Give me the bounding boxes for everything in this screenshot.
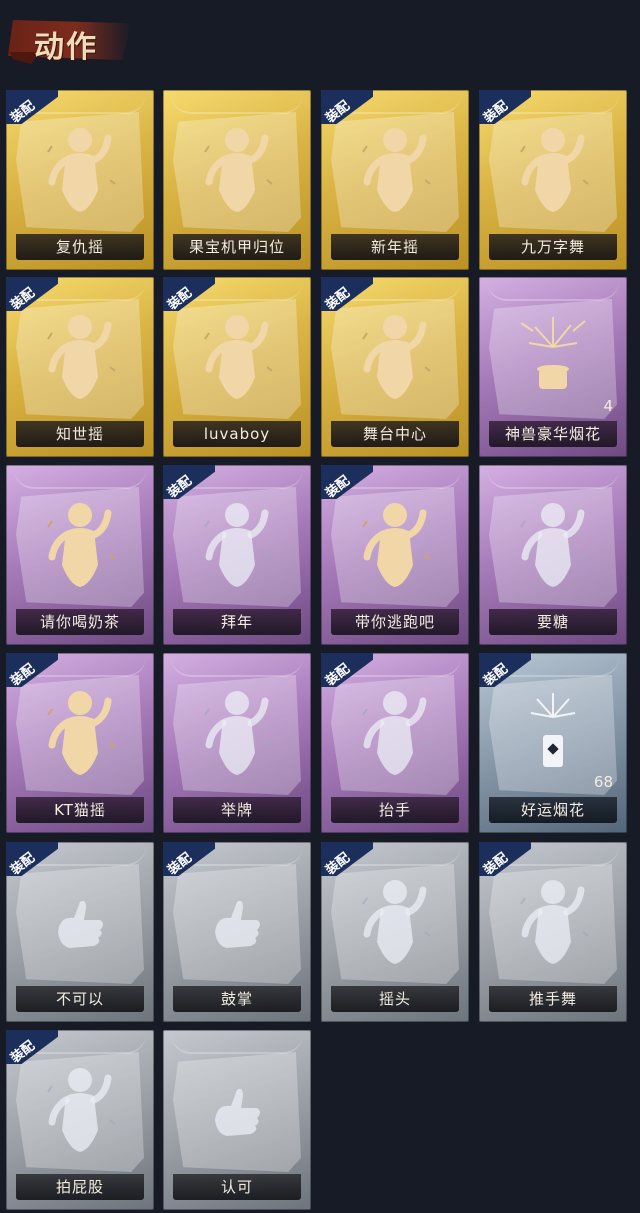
equipped-badge: 装配 bbox=[321, 90, 373, 126]
action-name-label: 知世摇 bbox=[16, 421, 144, 447]
action-card[interactable]: 推手舞 装配 bbox=[479, 842, 627, 1022]
card-frame-ornament bbox=[171, 657, 303, 677]
figure-shake-head-icon bbox=[355, 872, 435, 972]
action-name-label: 不可以 bbox=[16, 986, 144, 1012]
action-card[interactable]: 果宝机甲归位 bbox=[163, 90, 311, 270]
action-card[interactable]: 鼓掌 装配 bbox=[163, 842, 311, 1022]
action-name-label: 摇头 bbox=[331, 986, 459, 1012]
action-card[interactable]: 知世摇 装配 bbox=[6, 277, 154, 457]
equipped-badge: 装配 bbox=[479, 653, 531, 689]
action-name-label: 认可 bbox=[173, 1174, 301, 1200]
action-card[interactable]: 抬手 装配 bbox=[321, 653, 469, 833]
action-name-label: 果宝机甲归位 bbox=[173, 234, 301, 260]
clapping-hands-icon bbox=[197, 872, 277, 972]
dance-figure-arms-crossed-icon bbox=[197, 307, 277, 407]
thumbs-up-icon bbox=[197, 1060, 277, 1160]
firework-can-icon bbox=[513, 683, 593, 783]
figure-raise-hand-icon bbox=[355, 683, 435, 783]
action-name-label: luvaboy bbox=[173, 421, 301, 447]
card-frame-ornament bbox=[171, 94, 303, 114]
action-card[interactable]: 举牌 bbox=[163, 653, 311, 833]
item-count: 4 bbox=[603, 397, 613, 415]
action-card[interactable]: 请你喝奶茶 bbox=[6, 465, 154, 645]
figure-slap-icon bbox=[40, 1060, 120, 1160]
action-card[interactable]: KT猫摇 装配 bbox=[6, 653, 154, 833]
finger-wag-icon bbox=[40, 872, 120, 972]
action-card[interactable]: luvaboy 装配 bbox=[163, 277, 311, 457]
action-card[interactable]: 拍屁股 装配 bbox=[6, 1030, 154, 1210]
action-name-label: 抬手 bbox=[331, 797, 459, 823]
actions-screen: 动作 复仇摇 装配 果宝机甲归位 新年摇 装配 九万字舞 装配 知世摇 装配 luvab… bbox=[0, 0, 640, 1213]
dance-figure-sway-icon bbox=[40, 307, 120, 407]
equipped-badge: 装配 bbox=[163, 842, 215, 878]
action-name-label: 复仇摇 bbox=[16, 234, 144, 260]
equipped-badge: 装配 bbox=[479, 842, 531, 878]
action-name-label: 鼓掌 bbox=[173, 986, 301, 1012]
equipped-badge: 装配 bbox=[321, 842, 373, 878]
dance-figure-swirl-icon bbox=[513, 120, 593, 220]
action-name-label: 新年摇 bbox=[331, 234, 459, 260]
action-name-label: 推手舞 bbox=[489, 986, 617, 1012]
action-card[interactable]: 带你逃跑吧 装配 bbox=[321, 465, 469, 645]
dance-figure-raised-arm-icon bbox=[40, 120, 120, 220]
equipped-badge: 装配 bbox=[6, 653, 58, 689]
card-frame-ornament bbox=[487, 281, 619, 301]
equipped-badge: 装配 bbox=[6, 90, 58, 126]
action-name-label: KT猫摇 bbox=[16, 797, 144, 823]
equipped-badge: 装配 bbox=[321, 653, 373, 689]
dance-figure-pose-icon bbox=[355, 307, 435, 407]
figure-bow-icon bbox=[197, 495, 277, 595]
action-card[interactable]: 要糖 bbox=[479, 465, 627, 645]
figure-holding-sign-icon bbox=[40, 495, 120, 595]
dance-figure-cat-icon bbox=[40, 683, 120, 783]
figure-push-hands-icon bbox=[513, 872, 593, 972]
action-card[interactable]: 复仇摇 装配 bbox=[6, 90, 154, 270]
action-card[interactable]: 舞台中心 装配 bbox=[321, 277, 469, 457]
card-frame-ornament bbox=[14, 469, 146, 489]
figure-reach-icon bbox=[513, 495, 593, 595]
action-name-label: 神兽豪华烟花 bbox=[489, 421, 617, 447]
action-card[interactable]: 新年摇 装配 bbox=[321, 90, 469, 270]
action-card[interactable]: 九万字舞 装配 bbox=[479, 90, 627, 270]
card-frame-ornament bbox=[171, 1034, 303, 1054]
action-name-label: 带你逃跑吧 bbox=[331, 609, 459, 635]
equipped-badge: 装配 bbox=[6, 842, 58, 878]
dance-figure-clap-icon bbox=[355, 120, 435, 220]
dance-figure-arms-out-icon bbox=[197, 120, 277, 220]
item-count: 68 bbox=[593, 773, 613, 791]
equipped-badge: 装配 bbox=[163, 277, 215, 313]
equipped-badge: 装配 bbox=[6, 1030, 58, 1066]
action-name-label: 舞台中心 bbox=[331, 421, 459, 447]
action-card[interactable]: 4 神兽豪华烟花 bbox=[479, 277, 627, 457]
action-name-label: 好运烟花 bbox=[489, 797, 617, 823]
fireworks-icon bbox=[513, 307, 593, 407]
action-card[interactable]: 认可 bbox=[163, 1030, 311, 1210]
equipped-badge: 装配 bbox=[321, 277, 373, 313]
action-name-label: 请你喝奶茶 bbox=[16, 609, 144, 635]
equipped-badge: 装配 bbox=[321, 465, 373, 501]
equipped-badge: 装配 bbox=[163, 465, 215, 501]
action-name-label: 九万字舞 bbox=[489, 234, 617, 260]
action-card[interactable]: 不可以 装配 bbox=[6, 842, 154, 1022]
action-name-label: 要糖 bbox=[489, 609, 617, 635]
figure-running-icon bbox=[355, 495, 435, 595]
action-name-label: 拍屁股 bbox=[16, 1174, 144, 1200]
action-name-label: 举牌 bbox=[173, 797, 301, 823]
figure-hold-sign-cat-icon bbox=[197, 683, 277, 783]
equipped-badge: 装配 bbox=[479, 90, 531, 126]
action-name-label: 拜年 bbox=[173, 609, 301, 635]
action-card[interactable]: 68 好运烟花 装配 bbox=[479, 653, 627, 833]
card-frame-ornament bbox=[487, 469, 619, 489]
action-card[interactable]: 拜年 装配 bbox=[163, 465, 311, 645]
equipped-badge: 装配 bbox=[6, 277, 58, 313]
action-card-grid: 复仇摇 装配 果宝机甲归位 新年摇 装配 九万字舞 装配 知世摇 装配 luvaboy 装… bbox=[0, 0, 640, 1213]
action-card[interactable]: 摇头 装配 bbox=[321, 842, 469, 1022]
